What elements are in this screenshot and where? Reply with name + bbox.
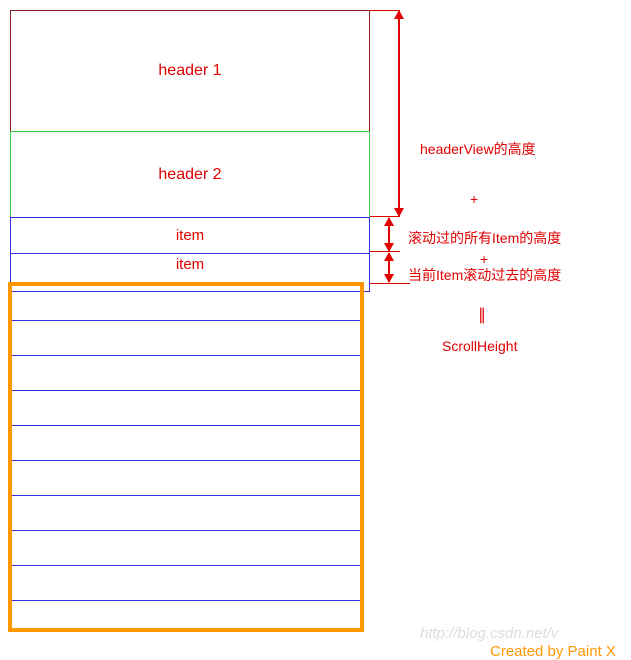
label-current-item: 当前Item滚动过去的高度 — [408, 266, 561, 286]
tick — [370, 283, 410, 284]
list-item — [12, 321, 360, 356]
list-item — [12, 426, 360, 461]
header-2-box: header 2 — [10, 131, 370, 218]
list-item — [12, 531, 360, 566]
credit-text: Created by Paint X — [490, 643, 616, 660]
arrowhead-icon — [384, 274, 394, 283]
item-2-label: item — [176, 256, 204, 273]
list-item — [12, 286, 360, 321]
bracket-headerview — [398, 10, 400, 217]
label-headerview-height: headerView的高度 — [420, 140, 536, 160]
item-1-label: item — [176, 227, 204, 244]
item-box-1: item — [10, 217, 370, 254]
label-equals: ∥ — [478, 305, 486, 327]
label-scrolled-items: 滚动过的所有Item的高度 — [408, 229, 561, 249]
label-scrollheight: ScrollHeight — [442, 337, 517, 357]
label-plus-1: + — [470, 190, 478, 210]
arrowhead-icon — [384, 252, 394, 261]
list-item — [12, 391, 360, 426]
arrowhead-icon — [384, 217, 394, 226]
header-1-box: header 1 — [10, 10, 370, 132]
watermark-text: http://blog.csdn.net/v — [420, 625, 558, 642]
list-item — [12, 566, 360, 601]
viewport-frame — [8, 282, 364, 632]
list-item — [12, 496, 360, 531]
list-item — [12, 356, 360, 391]
header-2-label: header 2 — [158, 166, 221, 184]
header-1-label: header 1 — [158, 62, 221, 80]
list-item — [12, 461, 360, 496]
list-diagram: header 1 header 2 item item — [10, 10, 370, 292]
arrowhead-icon — [394, 10, 404, 19]
